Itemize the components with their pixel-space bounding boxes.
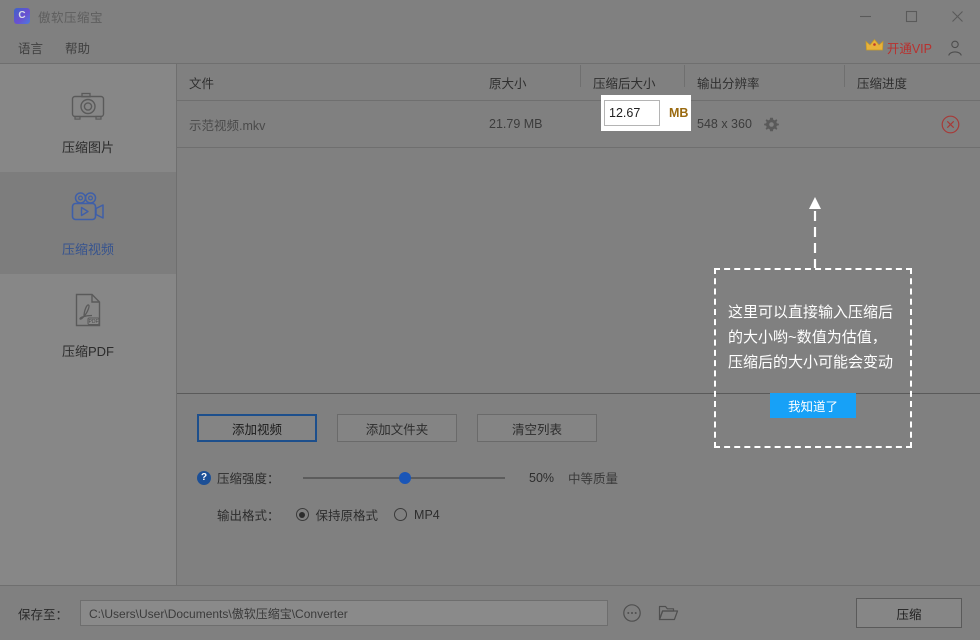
title-bar: C 傲软压缩宝 [0, 0, 980, 32]
video-camera-icon [68, 189, 108, 227]
sidebar-item-compress-pdf[interactable]: PDF 压缩PDF [0, 274, 176, 376]
save-to-label: 保存至： [18, 607, 69, 622]
vip-label: 开通VIP [886, 42, 932, 56]
compressed-size-unit: MB [669, 106, 689, 120]
radio-icon[interactable] [295, 508, 309, 521]
row-actions [857, 115, 980, 134]
coachmark-confirm-button[interactable]: 我知道了 [770, 393, 856, 418]
close-icon[interactable] [934, 0, 980, 32]
row-resolution-cell: 548 x 360 [697, 117, 857, 132]
column-header-progress: 压缩进度 [844, 64, 980, 92]
window-title: 傲软压缩宝 [38, 10, 104, 25]
compression-quality-label: 中等质量 [568, 472, 619, 486]
main-panel: 文件 原大小 压缩后大小 输出分辨率 压缩进度 示范视频.mkv 21.79 M… [177, 64, 980, 585]
coachmark-tooltip: 这里可以直接输入压缩后的大小哟~数值为估值，压缩后的大小可能会变动 我知道了 [714, 268, 912, 448]
compression-strength-slider[interactable] [303, 470, 505, 486]
add-folder-button[interactable]: 添加文件夹 [337, 414, 457, 442]
slider-handle[interactable] [399, 471, 411, 484]
vip-button[interactable]: 开通VIP [865, 38, 932, 57]
crown-icon [865, 38, 884, 57]
app-logo-icon: C [14, 8, 30, 24]
column-header-file: 文件 [189, 76, 215, 91]
compressed-size-cell: MB [601, 95, 691, 131]
radio-icon[interactable] [394, 508, 408, 521]
column-header-original-size: 原大小 [489, 76, 527, 91]
compressed-size-input[interactable] [604, 100, 660, 126]
sidebar-item-compress-video[interactable]: 压缩视频 [0, 172, 176, 274]
gear-icon[interactable] [764, 117, 779, 132]
help-icon[interactable]: ? [197, 470, 211, 485]
table-row[interactable]: 示范视频.mkv 21.79 MB 548 x 360 [177, 101, 980, 148]
row-original-size: 21.79 MB [489, 117, 543, 131]
format-option-mp4[interactable]: MP4 [394, 508, 440, 522]
compression-percent-value: 50% [529, 470, 555, 485]
save-path-input[interactable]: C:\Users\User\Documents\傲软压缩宝\Converter [80, 600, 609, 626]
minimize-icon[interactable] [842, 0, 888, 32]
window-controls [842, 0, 980, 32]
menu-bar: 语言 帮助 开通VIP [0, 32, 980, 63]
app-body: 压缩图片 压缩视频 PDF 压缩PDF 文件 原大小 压缩后大小 输出分辨率 压… [0, 63, 980, 585]
delete-icon[interactable] [941, 115, 960, 134]
pdf-file-icon: PDF [71, 291, 105, 329]
menu-item-language[interactable]: 语言 [18, 38, 43, 57]
sidebar-item-label: 压缩PDF [61, 343, 114, 359]
menu-item-help[interactable]: 帮助 [65, 38, 90, 57]
column-header-compressed-size: 压缩后大小 [580, 64, 697, 92]
compression-strength-label: 压缩强度： [217, 472, 280, 486]
format-option-keep-original[interactable]: 保持原格式 [295, 505, 379, 524]
sidebar: 压缩图片 压缩视频 PDF 压缩PDF [0, 64, 177, 585]
sidebar-item-label: 压缩视频 [61, 241, 114, 257]
clear-list-button[interactable]: 清空列表 [477, 414, 597, 442]
output-format-row: 输出格式： 保持原格式 MP4 [197, 505, 980, 524]
coachmark-arrow-icon [808, 197, 822, 268]
compression-strength-row: ? 压缩强度： 50% 中等质量 [197, 468, 980, 487]
format-option-label: MP4 [414, 507, 440, 522]
title-bar-left: C 傲软压缩宝 [0, 7, 103, 26]
row-filename: 示范视频.mkv [189, 118, 266, 133]
application-window: C 傲软压缩宝 语言 帮助 开通VIP 压缩图片 压缩视频 PDF 压缩PDF … [0, 0, 980, 640]
ellipsis-circle-icon[interactable] [620, 601, 644, 625]
bottom-bar: 保存至： C:\Users\User\Documents\傲软压缩宝\Conve… [0, 585, 980, 640]
coachmark-text: 这里可以直接输入压缩后的大小哟~数值为估值，压缩后的大小可能会变动 [728, 304, 894, 371]
open-folder-icon[interactable] [656, 601, 680, 625]
compress-button[interactable]: 压缩 [856, 598, 962, 628]
add-video-button[interactable]: 添加视频 [197, 414, 317, 442]
sidebar-item-compress-image[interactable]: 压缩图片 [0, 70, 176, 172]
column-header-output-resolution: 输出分辨率 [684, 64, 857, 92]
menu-bar-right: 开通VIP [865, 38, 980, 57]
file-table-header: 文件 原大小 压缩后大小 输出分辨率 压缩进度 [177, 64, 980, 101]
sidebar-item-label: 压缩图片 [61, 139, 114, 155]
svg-text:PDF: PDF [89, 319, 99, 325]
maximize-icon[interactable] [888, 0, 934, 32]
camera-icon [69, 87, 107, 125]
output-format-label: 输出格式： [217, 509, 280, 523]
row-resolution: 548 x 360 [697, 117, 752, 131]
user-account-icon[interactable] [946, 39, 964, 57]
format-option-label: 保持原格式 [315, 509, 379, 523]
